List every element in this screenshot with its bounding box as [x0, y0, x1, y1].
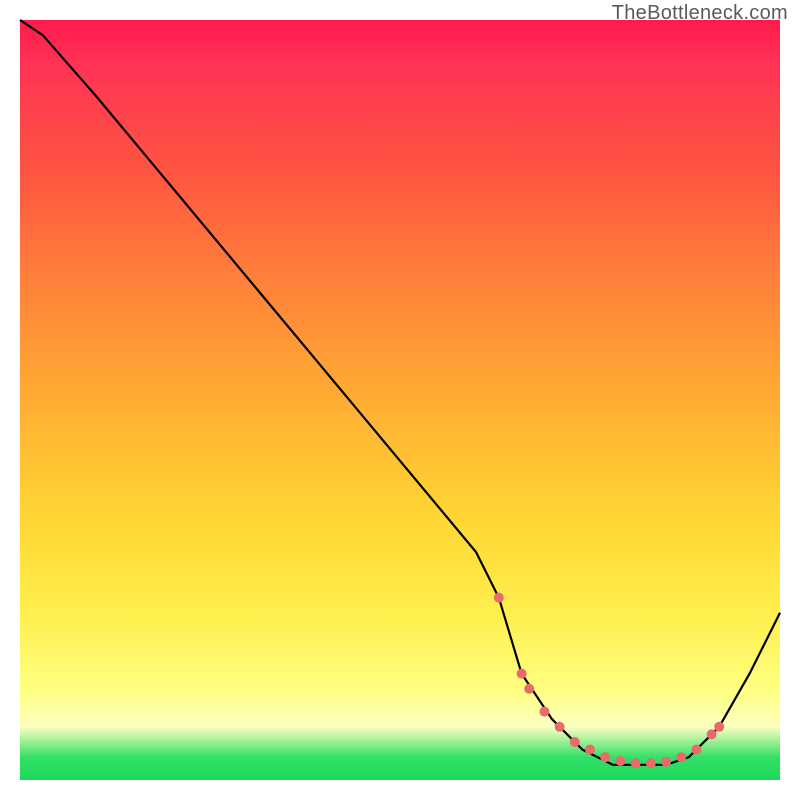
bottleneck-curve-path	[20, 20, 780, 765]
highlight-dots-group	[494, 593, 724, 769]
highlight-dot	[646, 758, 656, 768]
highlight-dot	[631, 758, 641, 768]
highlight-dot	[714, 722, 724, 732]
highlight-dot	[585, 745, 595, 755]
highlight-dot	[524, 684, 534, 694]
highlight-dot	[615, 756, 625, 766]
highlight-dot	[676, 752, 686, 762]
highlight-dot	[539, 707, 549, 717]
chart-svg	[20, 20, 780, 780]
highlight-dot	[517, 669, 527, 679]
chart-container: TheBottleneck.com	[0, 0, 800, 800]
highlight-dot	[707, 729, 717, 739]
highlight-dot	[494, 593, 504, 603]
highlight-dot	[691, 745, 701, 755]
highlight-dot	[661, 757, 671, 767]
highlight-dot	[555, 722, 565, 732]
highlight-dot	[570, 737, 580, 747]
highlight-dot	[600, 752, 610, 762]
